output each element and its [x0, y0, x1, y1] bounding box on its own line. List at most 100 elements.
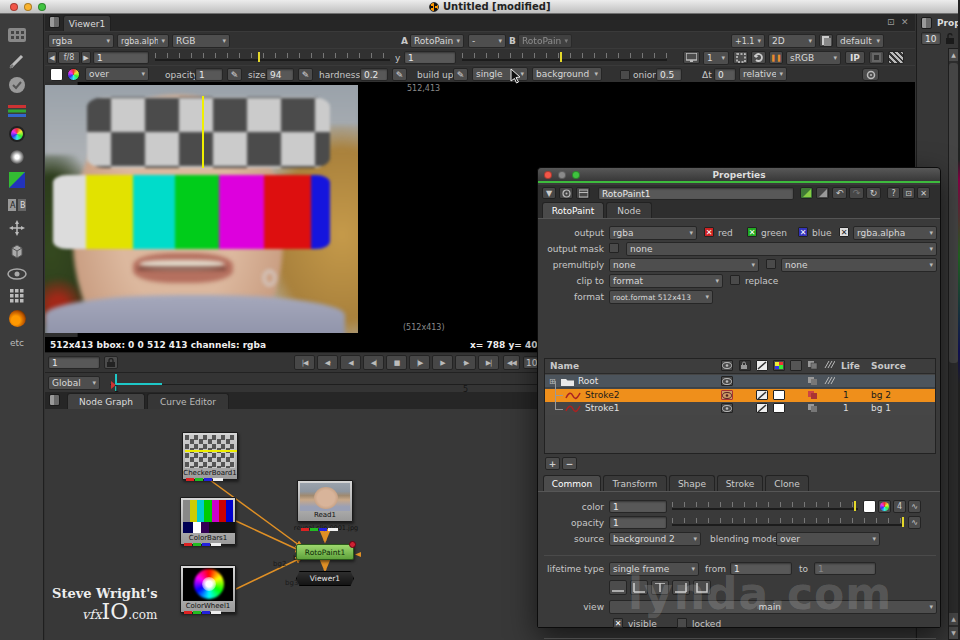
unlock-icon[interactable] [945, 33, 955, 46]
alpha-channel-dropdown[interactable]: rgba.alpha▾ [117, 34, 169, 48]
blend-toggle[interactable] [807, 390, 819, 400]
invert-toggle[interactable] [824, 376, 836, 386]
scroll-up-icon[interactable]: ▲ [949, 49, 958, 61]
table-row-stroke1[interactable]: Stroke1 1 bg 1 [545, 402, 935, 415]
monitor-out-icon[interactable] [683, 51, 700, 64]
alpha-dropdown[interactable]: rgba.alpha▾ [853, 226, 937, 240]
source-column-header[interactable]: Source [871, 361, 906, 371]
visibility-column-icon[interactable] [721, 360, 733, 371]
foreground-color-swatch[interactable] [50, 68, 63, 81]
premult-mask-dropdown[interactable]: none▾ [781, 258, 937, 272]
views-menu-icon[interactable] [5, 263, 29, 285]
pause-icon[interactable]: ❚❚ [769, 51, 783, 64]
play-backward-button[interactable]: ◀ [340, 355, 361, 370]
stereo-view-dropdown[interactable]: 1▾ [703, 51, 729, 65]
fstop-prev-icon[interactable]: ◀ [47, 51, 57, 64]
lock-range-icon[interactable] [104, 356, 118, 369]
visibility-toggle[interactable] [721, 403, 733, 413]
tab-shape[interactable]: Shape [669, 475, 715, 491]
prev-frame-button[interactable]: ◀| [363, 355, 384, 370]
reveal-source-dropdown[interactable]: background 2▾ [532, 67, 602, 81]
buildup-pen-icon[interactable]: ✎ [453, 68, 468, 81]
tab-curve-editor[interactable]: Curve Editor [147, 393, 229, 409]
checkerboard-bg-icon[interactable] [888, 51, 904, 64]
hardness-input[interactable]: 0.2 [360, 68, 388, 81]
tab-common[interactable]: Common [543, 475, 601, 491]
pane-close-icon[interactable]: ✕ [901, 17, 909, 27]
colorspace-dropdown[interactable]: sRGB▾ [786, 51, 841, 65]
node-color-dropdown[interactable]: ▼ [542, 187, 556, 199]
opacity-input[interactable]: 1 [609, 516, 667, 529]
opacity-curve-icon[interactable]: ∿ [908, 516, 921, 529]
goto-end-button[interactable]: ▶| [478, 355, 499, 370]
stop-button[interactable]: ■ [386, 355, 407, 370]
size-pen-icon[interactable]: ✎ [298, 68, 313, 81]
undo-icon[interactable]: ↶ [832, 187, 847, 199]
alpha-checkbox[interactable]: ✕ [839, 227, 849, 237]
goto-start-button[interactable]: |◀ [294, 355, 315, 370]
lock-column-icon[interactable] [739, 360, 751, 371]
node-colorbars1[interactable]: ColorBars1 [180, 497, 236, 545]
blend-column-icon[interactable] [807, 360, 819, 371]
wipe-dropdown[interactable]: -▾ [468, 34, 506, 48]
node-viewer1[interactable]: Viewer1 [296, 571, 354, 586]
node-name-input[interactable]: RotoPaint1 [598, 187, 794, 200]
life-column-header[interactable]: Life [841, 361, 860, 371]
next-frame-button[interactable]: |▶ [409, 355, 430, 370]
properties-titlebar[interactable]: Properties [538, 168, 940, 183]
color-slider[interactable] [672, 500, 858, 513]
lifetime-all-button[interactable] [609, 580, 627, 595]
replace-checkbox[interactable] [730, 275, 740, 285]
blend-toggle[interactable] [807, 403, 819, 413]
color-toggle[interactable] [773, 390, 785, 400]
tab-node-graph[interactable]: Node Graph [67, 393, 145, 409]
redo-icon[interactable]: ↷ [849, 187, 864, 199]
etc-menu-icon[interactable]: etc [5, 332, 29, 354]
output-mask-dropdown[interactable]: none▾ [626, 242, 937, 256]
current-frame-input[interactable]: 1 [48, 356, 100, 369]
opacity-pen-icon[interactable]: ✎ [227, 68, 242, 81]
gain-input[interactable]: 1 [93, 51, 149, 64]
color-wheel-swatch[interactable] [67, 68, 80, 81]
color-wheel-button[interactable] [878, 500, 891, 513]
relative-dropdown[interactable]: relative▾ [739, 67, 787, 81]
furnace-menu-icon[interactable] [5, 307, 29, 329]
scroll-up-icon[interactable]: ▲ [949, 613, 958, 625]
merge-menu-icon[interactable]: AB [5, 194, 29, 216]
blending-mode-dropdown[interactable]: over▾ [776, 532, 880, 546]
name-column-header[interactable]: Name [550, 361, 579, 371]
channels-dropdown[interactable]: rgba▾ [48, 34, 114, 48]
play-forward-button[interactable]: ▶ [432, 355, 453, 370]
float-panel-icon[interactable]: ⊡ [902, 187, 915, 199]
matte-toggle[interactable] [756, 390, 768, 400]
zoom-window-light[interactable] [38, 3, 46, 11]
next-keyframe-button[interactable]: ·▶ [455, 355, 476, 370]
center-node-icon[interactable] [559, 187, 573, 199]
scroll-down-icon[interactable]: ▼ [949, 627, 958, 639]
color-swatch[interactable] [863, 500, 876, 513]
rewind-button[interactable]: ◀◀ [503, 355, 520, 370]
help-icon[interactable]: ? [887, 187, 900, 199]
output-dropdown[interactable]: rgba▾ [609, 226, 697, 240]
tab-rotopaint[interactable]: RotoPaint [542, 202, 604, 218]
viewer-image[interactable] [45, 85, 358, 333]
transform-menu-icon[interactable] [5, 217, 29, 239]
format-dropdown[interactable]: root.format 512x413▾ [609, 290, 713, 304]
dt-input[interactable]: 0 [714, 68, 736, 81]
layout-dropdown[interactable]: default▾ [836, 34, 884, 48]
image-menu-icon[interactable] [5, 24, 29, 46]
node-settings-icon[interactable] [576, 187, 590, 199]
premult-mask-checkbox[interactable] [766, 259, 776, 269]
mask-overlay-icon[interactable] [869, 51, 884, 64]
visibility-toggle[interactable] [721, 376, 733, 386]
close-panel-icon[interactable]: ✕ [917, 187, 930, 199]
revert-knobs-icon[interactable]: ↻ [866, 187, 881, 199]
color-column-icon[interactable] [773, 360, 785, 371]
refresh-icon[interactable] [751, 51, 766, 64]
frame-range-dropdown[interactable]: Global▾ [48, 376, 100, 390]
input-a-dropdown[interactable]: RotoPaint▾ [410, 34, 464, 48]
pane-float-icon[interactable]: ⊡ [887, 17, 895, 27]
locked-checkbox[interactable] [677, 618, 687, 628]
source-dropdown[interactable]: background 2▾ [609, 532, 701, 546]
color-input[interactable]: 1 [609, 500, 667, 513]
